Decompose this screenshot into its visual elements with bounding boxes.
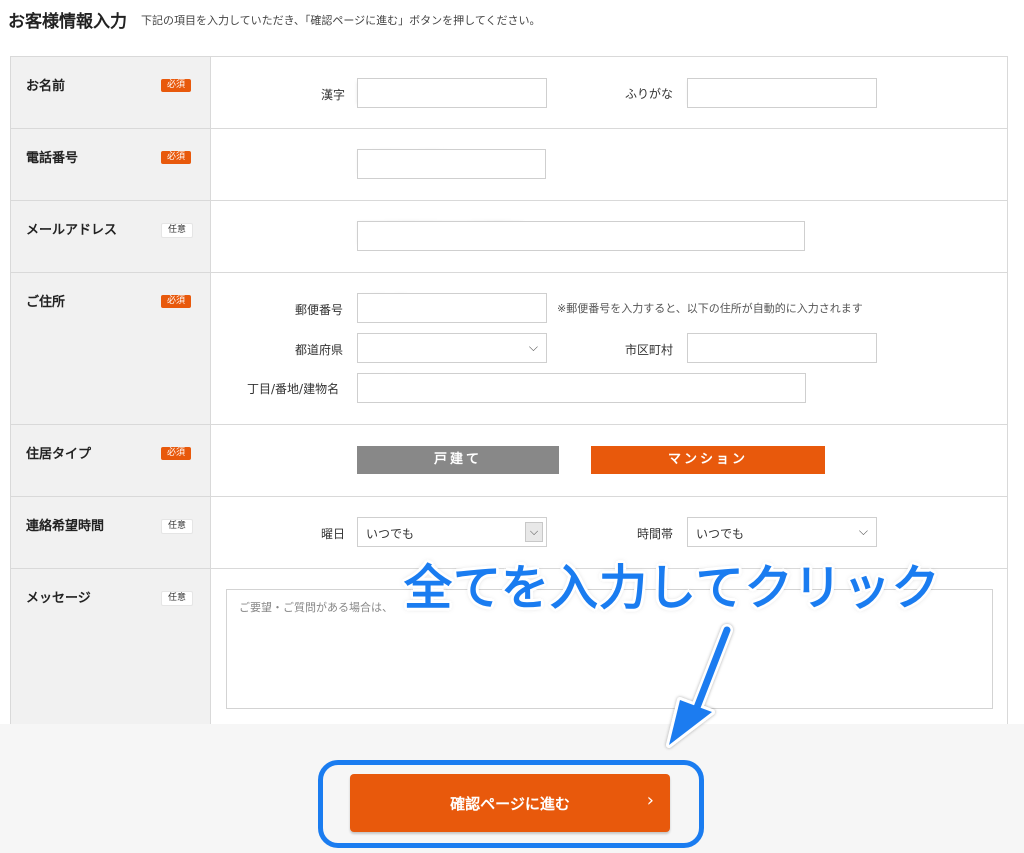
annotation-text: 全てを入力してクリック <box>404 560 941 616</box>
annotation-arrow-icon <box>666 624 733 748</box>
